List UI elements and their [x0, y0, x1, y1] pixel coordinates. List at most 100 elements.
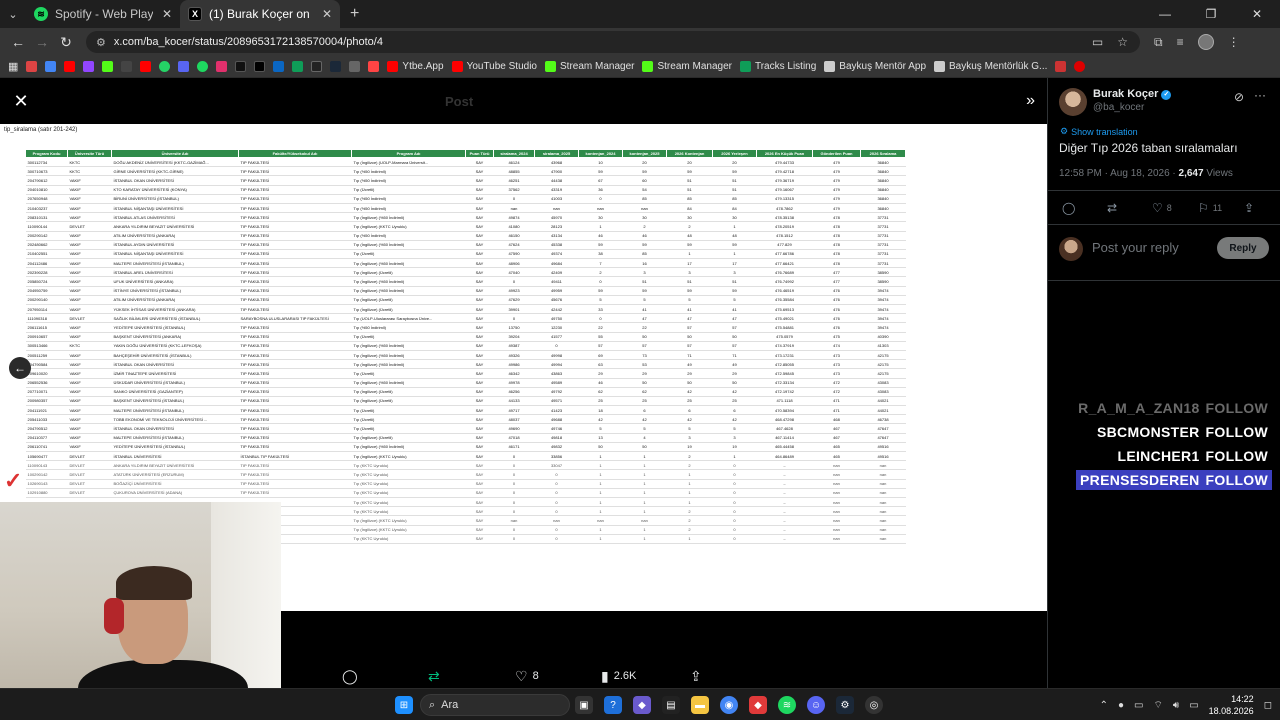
steam-icon[interactable]: ⚙	[836, 696, 854, 714]
restore-icon[interactable]: ❐	[1188, 0, 1234, 28]
share-action[interactable]: ⇪	[690, 664, 702, 688]
author-handle[interactable]: @ba_kocer	[1093, 101, 1171, 114]
like-button[interactable]: ♡ 8	[1152, 201, 1172, 215]
terminal-icon[interactable]: ▤	[662, 696, 680, 714]
repost-action[interactable]: ⇄	[428, 664, 440, 688]
forward-icon[interactable]: →	[30, 30, 54, 54]
address-bar[interactable]: ⚙ x.com/ba_kocer/status/2089653172138570…	[86, 31, 1140, 53]
like-action[interactable]: ♡ 8	[515, 664, 539, 688]
copilot-icon[interactable]: ◆	[633, 696, 651, 714]
views-action[interactable]: ▮ 2.6K	[601, 664, 636, 688]
author-name[interactable]: Burak Koçer	[1093, 88, 1158, 101]
more-options-icon[interactable]: ···	[1254, 88, 1266, 102]
table-cell: SARAYBOSNA ULUSLARARASI TIP FAKÜLTESİ	[238, 313, 352, 324]
microphone-icon[interactable]: ●	[1118, 700, 1124, 711]
show-translation-link[interactable]: ⚙ Show translation	[1060, 126, 1138, 137]
tab-x-post[interactable]: X (1) Burak Koçer on X: "Geçen se ✕	[180, 0, 340, 28]
bookmark-icon[interactable]	[311, 61, 323, 72]
instagram-icon[interactable]	[216, 61, 228, 72]
whatsapp-icon[interactable]	[159, 61, 171, 72]
bookmark-tracks-listing[interactable]: Tracks Listing	[739, 61, 816, 72]
spotify-icon[interactable]	[197, 61, 209, 72]
file-explorer-icon[interactable]: ▬	[691, 696, 709, 714]
bookmark-star-icon[interactable]: ☆	[1117, 35, 1128, 49]
back-icon[interactable]: ←	[6, 30, 30, 54]
table-cell: nan	[812, 506, 861, 517]
tab-search-button[interactable]: ⌄	[0, 0, 26, 28]
grok-icon[interactable]: ⊘	[1234, 90, 1244, 104]
bookmark-youtube-studio[interactable]: YouTube Studio	[451, 61, 537, 72]
steam-icon[interactable]	[330, 61, 342, 72]
reply-submit-button[interactable]: Reply	[1217, 237, 1269, 259]
extensions-icon[interactable]: ⧉	[1154, 35, 1163, 50]
obs-icon[interactable]: ◎	[865, 696, 883, 714]
reply-action[interactable]: ◯	[342, 664, 358, 688]
close-window-icon[interactable]: ✕	[1234, 0, 1280, 28]
apps-grid-icon[interactable]: ▦	[8, 60, 18, 73]
bookmark-button[interactable]: ⚐ 11	[1198, 201, 1222, 215]
taskbar-search[interactable]: ⌕ Ara	[420, 694, 570, 716]
tweet-timestamp[interactable]: 12:58 PM · Aug 18, 2026 ·	[1059, 168, 1179, 179]
tab-spotify[interactable]: ≋ Spotify - Web Player: Herkes için ✕	[26, 0, 180, 28]
previous-photo-button[interactable]: ←	[9, 357, 31, 379]
new-tab-button[interactable]: +	[340, 5, 369, 23]
reply-input[interactable]: Post your reply	[1092, 240, 1179, 255]
bookmark-icon[interactable]	[292, 61, 304, 72]
close-tab-icon[interactable]: ✕	[322, 7, 332, 21]
bookmark-icon[interactable]	[349, 61, 361, 72]
expand-icon[interactable]: »	[1026, 92, 1035, 110]
reload-icon[interactable]: ↻	[54, 30, 78, 54]
discord-icon[interactable]: ☺	[807, 696, 825, 714]
bookmark-stream-manager[interactable]: Stream Manager	[545, 61, 634, 72]
spotify-icon[interactable]: ≋	[778, 696, 796, 714]
media-controls-icon[interactable]: ≡	[1177, 35, 1184, 49]
twitch-icon[interactable]	[83, 61, 95, 72]
table-row: 102910880 DEVLET ÇUKUROVA ÜNİVERSİTESİ (AD…	[25, 488, 906, 498]
tweet-author[interactable]: Burak Koçer ✓ @ba_kocer	[1059, 88, 1172, 116]
x-logo-icon[interactable]	[254, 61, 266, 72]
youtube-icon[interactable]	[140, 61, 152, 72]
bookmark-stream-manager-2[interactable]: Stream Manager	[642, 61, 732, 72]
app-icon[interactable]: ◆	[749, 696, 767, 714]
volume-icon[interactable]: 🔊︎	[1173, 700, 1179, 711]
bookmark-icon[interactable]	[368, 61, 380, 72]
bookmark-icon[interactable]	[1055, 61, 1067, 72]
reply-button[interactable]: ◯	[1062, 201, 1075, 215]
bookmark-icon[interactable]	[1074, 61, 1086, 72]
table-cell: 102690143	[25, 479, 68, 489]
display-icon[interactable]: ▭	[1134, 700, 1143, 711]
minimize-icon[interactable]: —	[1142, 0, 1188, 28]
share-button[interactable]: ⇪	[1244, 201, 1254, 215]
close-tab-icon[interactable]: ✕	[162, 7, 172, 21]
menu-icon[interactable]: ⋮	[1228, 35, 1240, 49]
chrome-icon[interactable]: ◉	[720, 696, 738, 714]
bookmark-icon[interactable]	[121, 61, 133, 72]
bookmark-baykus-mentor-app[interactable]: Baykuş Mentör App	[824, 61, 926, 72]
bookmark-icon[interactable]	[45, 61, 57, 72]
site-info-icon[interactable]: ⚙	[96, 36, 106, 49]
table-cell: DEVLET	[67, 221, 112, 232]
chevron-up-icon[interactable]: ⌃	[1100, 700, 1108, 711]
youtube-icon[interactable]	[64, 61, 76, 72]
avatar[interactable]	[1059, 88, 1087, 116]
repost-button[interactable]: ⇄	[1107, 201, 1117, 215]
task-view-icon[interactable]: ▣	[575, 696, 593, 714]
table-cell: 49874	[493, 212, 535, 223]
close-icon[interactable]: ✕	[12, 92, 30, 110]
battery-icon[interactable]: ▭	[1189, 700, 1198, 711]
start-icon[interactable]: ⊞	[395, 696, 413, 714]
linkedin-icon[interactable]	[273, 61, 285, 72]
bookmark-baykus-mentorluk[interactable]: Baykuş Mentörlük G...	[934, 61, 1047, 72]
profile-avatar[interactable]	[1197, 34, 1214, 50]
tiktok-icon[interactable]	[235, 61, 247, 72]
gmail-icon[interactable]	[26, 61, 38, 72]
network-icon[interactable]: ⌔	[1153, 699, 1162, 712]
notifications-icon[interactable]: ◻	[1264, 700, 1272, 711]
bookmark-ytbe-app[interactable]: Ytbe.App	[387, 61, 444, 72]
views-icon: ▮	[601, 667, 609, 684]
help-icon[interactable]: ?	[604, 696, 622, 714]
kick-icon[interactable]	[102, 61, 114, 72]
cast-icon[interactable]: ▭	[1092, 35, 1103, 49]
taskbar-clock[interactable]: 14:22 18.08.2026	[1209, 693, 1254, 717]
discord-icon[interactable]	[178, 61, 190, 72]
